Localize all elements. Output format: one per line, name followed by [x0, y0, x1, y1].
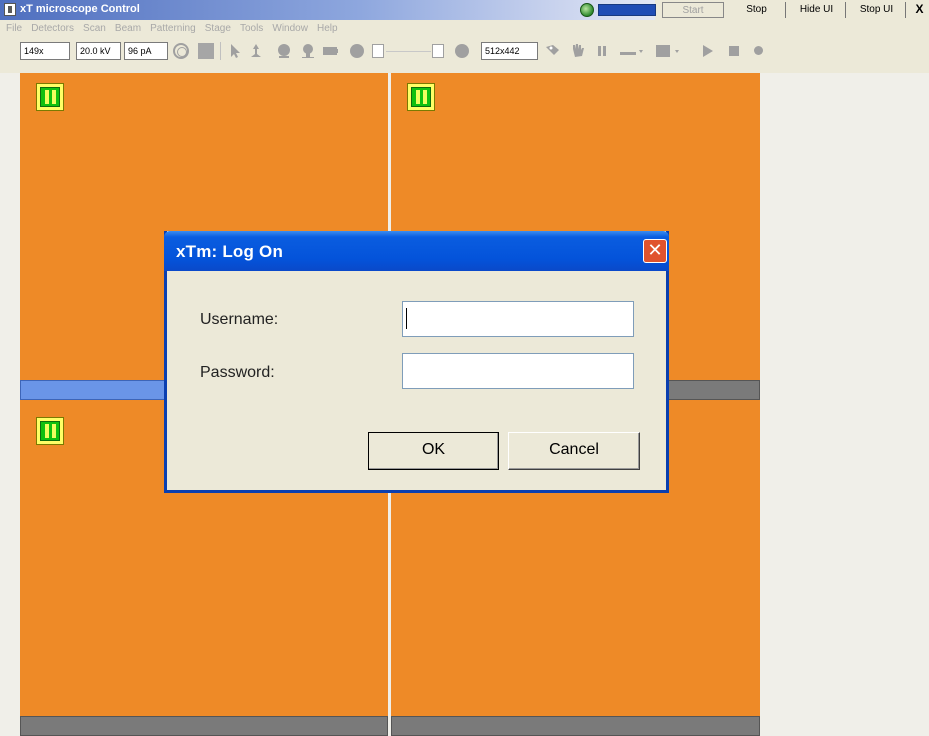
pointer-icon[interactable] — [228, 43, 244, 59]
quad-1-pause-button[interactable] — [36, 83, 64, 111]
toolbar-separator — [220, 42, 221, 60]
current-field[interactable]: 96 pA — [124, 42, 168, 60]
snapshot-icon[interactable] — [754, 46, 763, 55]
menu-bar: File Detectors Scan Beam Patterning Stag… — [0, 20, 929, 37]
pause-icon — [40, 87, 60, 107]
cancel-button[interactable]: Cancel — [508, 432, 640, 470]
menu-patterning[interactable]: Patterning — [147, 20, 199, 34]
title-bar-caption: xT microscope Control — [0, 0, 655, 20]
dialog-title: xTm: Log On — [176, 242, 284, 261]
text-cursor — [406, 308, 407, 329]
voltage-field[interactable]: 20.0 kV — [76, 42, 121, 60]
pause-icon — [411, 87, 431, 107]
quad-3-status-bar — [20, 716, 388, 736]
hand-icon[interactable] — [570, 43, 586, 59]
dialog-title-bar[interactable]: xTm: Log On ✕ — [164, 231, 669, 271]
quad-4-status-bar — [391, 716, 760, 736]
window-title: xT microscope Control — [20, 3, 140, 15]
bookmark-icon[interactable] — [545, 43, 561, 59]
quad-2-pause-button[interactable] — [407, 83, 435, 111]
toolbar: 149x 20.0 kV 96 pA 512x442 — [0, 37, 929, 73]
menu-file[interactable]: File — [0, 20, 25, 34]
stop-button[interactable]: Stop — [728, 2, 786, 18]
hide-ui-button[interactable]: Hide UI — [788, 2, 846, 18]
username-label: Username: — [200, 311, 279, 328]
password-field[interactable] — [402, 353, 634, 389]
acquisition-progress-bar — [598, 4, 656, 16]
ok-button[interactable]: OK — [368, 432, 499, 470]
start-button[interactable]: Start — [662, 2, 724, 18]
menu-scan[interactable]: Scan — [80, 20, 109, 34]
record-icon[interactable] — [350, 44, 364, 58]
beam-on-icon[interactable] — [276, 43, 292, 59]
slider-left-arrow-icon[interactable] — [372, 44, 384, 58]
slider-right-arrow-icon[interactable] — [432, 44, 444, 58]
line-width-icon[interactable] — [620, 43, 643, 59]
title-bar: xT microscope Control Start Stop Hide UI… — [0, 0, 929, 20]
connection-status-icon — [580, 3, 594, 17]
color-fill-icon[interactable] — [656, 43, 679, 59]
detector-icon[interactable] — [300, 43, 316, 59]
password-label: Password: — [200, 364, 275, 381]
stop-square-icon[interactable] — [726, 43, 742, 59]
microscope-app-icon — [4, 3, 16, 16]
pause-scan-icon[interactable] — [594, 43, 610, 59]
menu-tools[interactable]: Tools — [237, 20, 266, 34]
quad-3-pause-button[interactable] — [36, 417, 64, 445]
menu-window[interactable]: Window — [269, 20, 311, 34]
menu-help[interactable]: Help — [314, 20, 341, 34]
menu-stage[interactable]: Stage — [202, 20, 234, 34]
resolution-field[interactable]: 512x442 — [481, 42, 538, 60]
pause-icon — [40, 421, 60, 441]
single-quad-icon[interactable] — [198, 43, 214, 59]
play-icon[interactable] — [700, 43, 716, 59]
stage-icon[interactable] — [248, 43, 264, 59]
screen-icon[interactable] — [322, 43, 338, 59]
menu-beam[interactable]: Beam — [112, 20, 144, 34]
close-window-button[interactable]: X — [910, 2, 929, 18]
slider-track[interactable] — [386, 51, 431, 52]
crosshair-icon[interactable] — [173, 43, 189, 59]
contrast-icon[interactable] — [455, 44, 469, 58]
stop-ui-button[interactable]: Stop UI — [848, 2, 906, 18]
dialog-close-button[interactable]: ✕ — [643, 239, 667, 263]
log-on-dialog: xTm: Log On ✕ Username: Password: OK Can… — [164, 231, 669, 493]
menu-detectors[interactable]: Detectors — [28, 20, 77, 34]
magnification-field[interactable]: 149x — [20, 42, 70, 60]
username-field[interactable] — [402, 301, 634, 337]
